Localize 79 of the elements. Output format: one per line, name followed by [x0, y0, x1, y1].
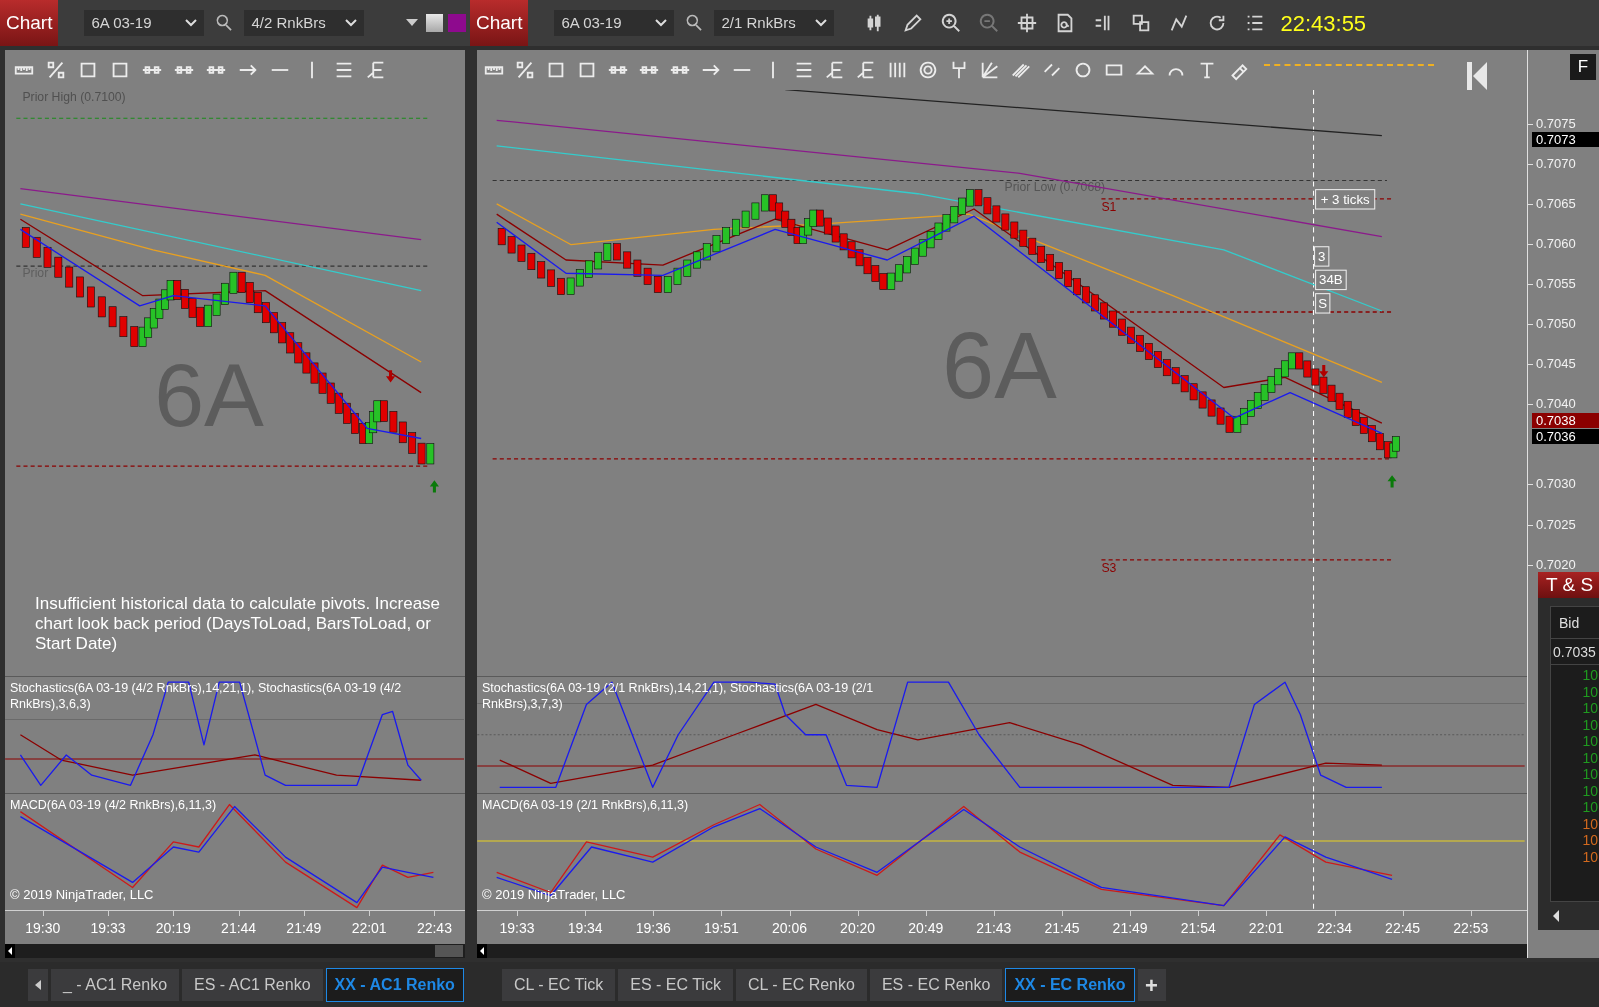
chart-tab[interactable]: ES - EC Tick: [618, 968, 733, 1001]
time-label: 21:49: [1111, 919, 1149, 938]
time-label: 22:45: [1384, 919, 1422, 938]
trade-size: 10: [1582, 799, 1598, 816]
instrument-dropdown[interactable]: 6A 03-19: [554, 10, 675, 36]
price-label: 0.7070: [1536, 155, 1576, 171]
time-label: 19:51: [702, 919, 740, 938]
price-label: 0.7040: [1536, 396, 1576, 412]
chart-tab[interactable]: _ - AC1 Renko: [51, 968, 180, 1001]
chart-button[interactable]: Chart: [470, 0, 529, 46]
indicator-label: MACD(6A 03-19 (2/1 RnkBrs),6,11,3): [482, 797, 690, 813]
time-label: 22:53: [1452, 919, 1490, 938]
price-marker: 0.7038: [1532, 412, 1599, 428]
chart-tab[interactable]: CL - EC Tick: [502, 968, 616, 1001]
time-label: 22:01: [1247, 919, 1285, 938]
price-label: 0.7045: [1536, 356, 1576, 372]
trade-size: 10: [1582, 766, 1598, 783]
flag-label[interactable]: F: [1570, 54, 1596, 80]
time-label: 19:30: [24, 919, 62, 938]
time-label: 19:36: [634, 919, 672, 938]
time-label: 21:44: [220, 919, 258, 938]
bar-type-dropdown[interactable]: 4/2 RnkBrs: [244, 10, 365, 36]
bid-price: 0.7035: [1551, 639, 1599, 665]
time-label: 21:54: [1179, 919, 1217, 938]
chart-label: 34B: [1315, 269, 1347, 291]
chart-tab[interactable]: ES - AC1 Renko: [182, 968, 323, 1001]
trade-size: 10: [1582, 782, 1598, 799]
instrument-dropdown[interactable]: 6A 03-19: [84, 10, 205, 36]
time-label: 19:33: [498, 919, 536, 938]
chart-label: S: [1315, 293, 1331, 314]
chart-label: 3: [1314, 246, 1330, 267]
price-label: 0.7050: [1536, 316, 1576, 331]
add-tab-button[interactable]: +: [1137, 968, 1166, 1001]
copyright-text: © 2019 NinjaTrader, LLC: [10, 885, 154, 904]
price-label: 0.7065: [1536, 195, 1576, 211]
chart-label: + 3 ticks: [1315, 189, 1376, 210]
time-label: 22:43: [415, 919, 453, 938]
time-label: 20:49: [907, 919, 945, 938]
time-label: 19:33: [89, 919, 127, 938]
bar-type-dropdown[interactable]: 2/1 RnkBrs: [714, 10, 835, 36]
pivot-label: S3: [1101, 561, 1117, 576]
trade-size: 10: [1582, 749, 1598, 766]
price-label: 0.7030: [1536, 476, 1576, 492]
copyright-text: © 2019 NinjaTrader, LLC: [482, 885, 626, 904]
time-label: 21:45: [1043, 919, 1081, 938]
price-label: 0.7075: [1536, 115, 1576, 131]
price-label: 0.7055: [1536, 275, 1576, 291]
time-label: 21:49: [285, 919, 323, 938]
chart-button[interactable]: Chart: [0, 0, 59, 46]
chart-tab[interactable]: ES - EC Renko: [869, 968, 1003, 1001]
chart-tab[interactable]: XX - AC1 Renko: [325, 967, 464, 1002]
price-label: 0.7025: [1536, 516, 1576, 532]
time-label: 22:01: [350, 919, 388, 938]
chart-tab[interactable]: CL - EC Renko: [735, 968, 867, 1001]
column-header[interactable]: Bid: [1551, 607, 1599, 639]
trade-size: 10: [1582, 832, 1598, 849]
time-label: 22:34: [1315, 919, 1353, 938]
pivot-label: S1: [1101, 200, 1117, 215]
price-label: 0.7020: [1536, 556, 1576, 572]
trade-size: 10: [1582, 848, 1598, 865]
panel-title[interactable]: T & S: [1538, 572, 1599, 598]
time-label: 20:19: [154, 919, 192, 938]
trade-size: 10: [1582, 815, 1598, 832]
chart-tab[interactable]: XX - EC Renko: [1005, 967, 1135, 1002]
time-label: 20:20: [839, 919, 877, 938]
trade-size: 10: [1582, 716, 1598, 733]
trade-size: 10: [1582, 700, 1598, 717]
price-marker: 0.7036: [1532, 428, 1599, 444]
indicator-label: MACD(6A 03-19 (4/2 RnkBrs),6,11,3): [10, 797, 218, 813]
trade-size: 10: [1582, 683, 1598, 700]
clock: 22:43:55: [1280, 9, 1367, 38]
time-label: 21:43: [975, 919, 1013, 938]
trade-size: 10: [1582, 733, 1598, 750]
trade-size: 10: [1582, 667, 1598, 684]
time-label: 20:06: [771, 919, 809, 938]
price-marker: 0.7073: [1532, 132, 1599, 148]
warning-message: Insufficient historical data to calculate pivots. Increase chart look back period (DaysToLoad, BarsToLoad, or Start Date): [35, 594, 442, 654]
price-label: 0.7060: [1536, 235, 1576, 251]
time-label: 19:34: [566, 919, 604, 938]
